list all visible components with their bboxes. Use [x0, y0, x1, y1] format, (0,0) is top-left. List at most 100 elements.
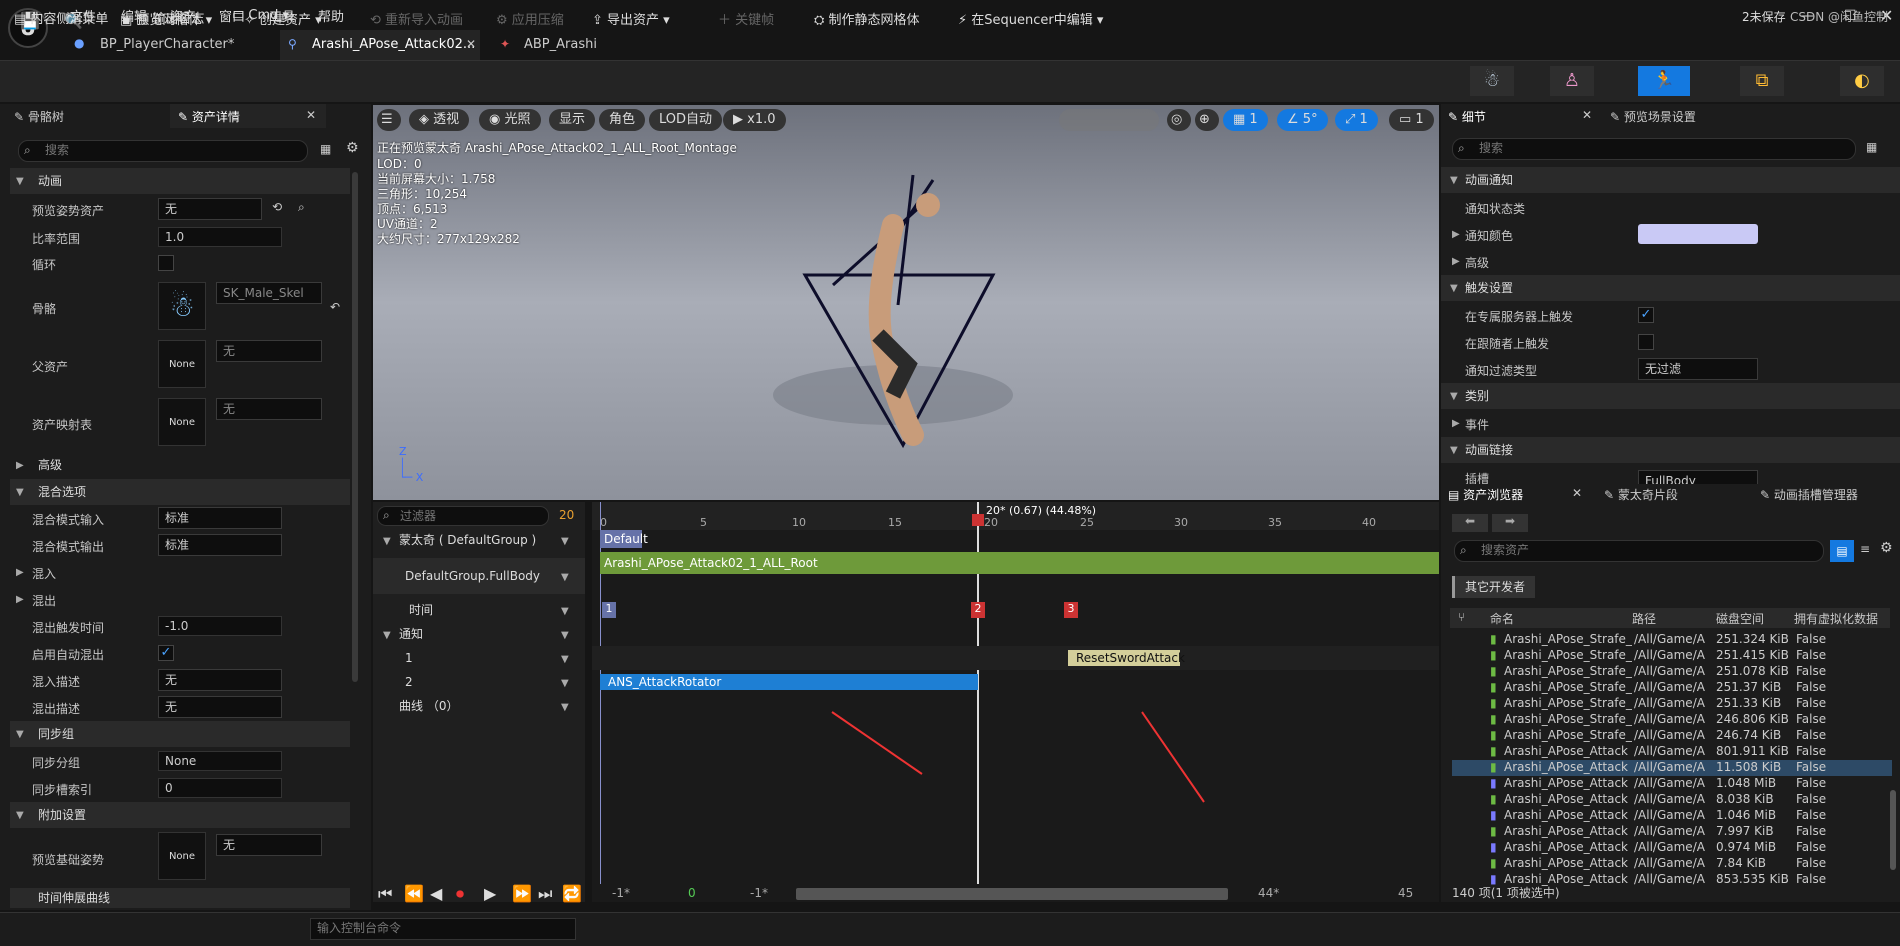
settings-gear-icon[interactable]: ⚙ — [346, 140, 359, 156]
tab-close-icon[interactable]: ✕ — [466, 37, 476, 51]
asset-mapping-thumbnail[interactable]: None — [158, 398, 206, 446]
record-icon[interactable]: ⏺ — [456, 884, 464, 904]
skeleton-dropdown[interactable]: SK_Male_Skel — [216, 282, 322, 304]
camera-speed-icon[interactable]: ▭ 1 — [1389, 109, 1434, 131]
asset-row[interactable]: ▮ Arashi_APose_Attack/All/Game/A 8.038 KiB… — [1452, 792, 1892, 808]
blend-out-mode-dropdown[interactable]: 标准 — [158, 534, 282, 556]
section-blend[interactable]: 混合选项 — [10, 479, 350, 505]
mesh-mode-icon[interactable]: ♙ — [1550, 66, 1594, 96]
section-advanced[interactable]: 高级 — [10, 452, 350, 478]
angle-snap-icon[interactable]: ∠ 5° — [1277, 109, 1328, 131]
blend-in-mode-dropdown[interactable]: 标准 — [158, 507, 282, 529]
playback-speed-button[interactable]: ▶ x1.0 — [723, 109, 786, 131]
asset-row[interactable]: ▮ Arashi_APose_Strafe_/All/Game/A 251.324 … — [1452, 632, 1892, 648]
jump-start-icon[interactable]: ⏮ — [378, 884, 392, 904]
other-developers-filter[interactable]: 其它开发者 — [1452, 576, 1536, 598]
col-name[interactable]: 命名 — [1490, 610, 1514, 627]
skeleton-thumbnail[interactable]: ☃ — [158, 282, 206, 330]
label-advanced[interactable]: 高级 — [1465, 254, 1489, 271]
asset-row[interactable]: ▮ Arashi_APose_Strafe_/All/Game/A 246.74 K… — [1452, 728, 1892, 744]
section-anim-notify[interactable]: 动画通知 — [1441, 167, 1900, 193]
range-start[interactable]: -1* — [612, 886, 630, 900]
close-tab-icon[interactable]: ✕ — [1572, 486, 1582, 500]
surface-snap-icon[interactable]: ◎ — [1167, 109, 1191, 131]
anim-slot-manager-tab[interactable]: ✎ 动画插槽管理器 — [1760, 486, 1858, 503]
skeleton-mode-icon[interactable]: ☃ — [1470, 66, 1514, 96]
folder-view-icon[interactable]: ▤ — [1830, 540, 1854, 562]
lit-button[interactable]: ◉ 光照 — [479, 109, 541, 131]
parent-asset-dropdown[interactable]: 无 — [216, 340, 322, 362]
animation-mode-icon[interactable]: 🏃 — [1638, 66, 1690, 96]
asset-row[interactable]: ▮ Arashi_APose_Attack/All/Game/A 801.911 K… — [1452, 744, 1892, 760]
reset-icon[interactable]: ⟲ — [272, 200, 282, 214]
loop-checkbox[interactable] — [158, 255, 174, 271]
base-pose-dropdown[interactable]: 无 — [216, 834, 322, 856]
col-virtualized[interactable]: 拥有虚拟化数据 — [1794, 610, 1878, 627]
timeline-scrollbar[interactable] — [796, 888, 1228, 900]
scale-snap-icon[interactable]: ⤢ 1 — [1335, 109, 1378, 131]
step-back-icon[interactable]: ⏪ — [404, 884, 424, 903]
play-icon[interactable]: ▶ — [484, 884, 496, 903]
asset-row[interactable]: ▮ Arashi_APose_Attack/All/Game/A 7.84 KiB F… — [1452, 856, 1892, 872]
console-input[interactable]: 输入控制台命令 — [310, 918, 576, 940]
asset-row[interactable]: ▮ Arashi_APose_Attack/All/Game/A 7.997 KiB… — [1452, 824, 1892, 840]
asset-row[interactable]: ▮ Arashi_APose_Strafe_/All/Game/A 246.806 … — [1452, 712, 1892, 728]
make-static-mesh-button[interactable]: ⛭ 制作静态网格体 — [808, 8, 926, 34]
back-icon[interactable]: ⬅ — [1452, 514, 1488, 532]
track-slot[interactable]: DefaultGroup.FullBody — [373, 558, 585, 594]
label-event[interactable]: 事件 — [1465, 416, 1489, 433]
asset-mapping-dropdown[interactable]: 无 — [216, 398, 322, 420]
lod-button[interactable]: LOD自动 — [649, 109, 723, 131]
tab-player-character[interactable]: BP_PlayerCharacter* — [90, 30, 244, 60]
auto-blend-out-checkbox[interactable]: ✓ — [158, 645, 174, 661]
keyframe-button[interactable]: ＋ 关键帧 — [712, 8, 780, 34]
export-asset-button[interactable]: ⇪ 导出资产 ▾ — [586, 8, 676, 34]
viewport[interactable]: ☰ ◈ 透视 ◉ 光照 显示 角色 LOD自动 ▶ x1.0 ◎ ⊕ ▦ 1 ∠… — [373, 105, 1439, 500]
preview-scene-tab[interactable]: ✎ 预览场景设置 — [1610, 108, 1696, 125]
details-tab[interactable]: ✎ 细节 — [1448, 108, 1486, 125]
sync-slot-input[interactable]: 0 — [158, 778, 282, 798]
apply-compression-button[interactable]: ⚙ 应用压缩 — [490, 8, 570, 34]
unsaved-count[interactable]: 2未保存 — [1742, 8, 1786, 25]
close-tab-icon[interactable]: ✕ — [306, 108, 316, 122]
skeleton-tree-tab[interactable]: ✎ 骨骼树 — [14, 108, 64, 125]
reset-arrow-icon[interactable]: ↶ — [330, 300, 340, 314]
loop-icon[interactable]: 🔁 — [562, 884, 582, 903]
track-time[interactable]: 时间 — [373, 598, 585, 622]
output-log-button[interactable]: ▥ 输出日志 — [136, 8, 204, 27]
asset-row[interactable]: ▮ Arashi_APose_Attack/All/Game/A 0.974 MiB… — [1452, 840, 1892, 856]
character-button[interactable]: 角色 — [599, 109, 646, 131]
asset-row[interactable]: ▮ Arashi_APose_Attack/All/Game/A 1.048 MiB… — [1452, 776, 1892, 792]
blend-in-profile-dropdown[interactable]: 无 — [158, 669, 282, 691]
sync-group-input[interactable]: None — [158, 751, 282, 771]
track-menu-icon[interactable]: ▼ — [561, 630, 569, 641]
track-menu-icon[interactable]: ▼ — [561, 606, 569, 617]
track-montage[interactable]: 蒙太奇 ( DefaultGroup ) — [373, 528, 585, 552]
col-disk-size[interactable]: 磁盘空间 — [1716, 610, 1764, 627]
jump-end-icon[interactable]: ⏭ — [538, 884, 552, 904]
track-menu-icon[interactable]: ▼ — [561, 572, 569, 583]
slot-dropdown[interactable]: FullBody — [1638, 470, 1758, 484]
range-current[interactable]: 0 — [688, 886, 696, 900]
track-menu-icon[interactable]: ▼ — [561, 536, 569, 547]
section-additive[interactable]: 附加设置 — [10, 802, 350, 828]
track-menu-icon[interactable]: ▼ — [561, 654, 569, 665]
base-pose-thumbnail[interactable]: None — [158, 832, 206, 880]
asset-row[interactable]: ▮ Arashi_APose_Strafe_/All/Game/A 251.415 … — [1452, 648, 1892, 664]
reimport-button[interactable]: ⟲ 重新导入动画 — [364, 8, 469, 34]
forward-icon[interactable]: ➡ — [1492, 514, 1528, 532]
world-icon[interactable]: ⊕ — [1195, 109, 1219, 131]
track-menu-icon[interactable]: ▼ — [561, 702, 569, 713]
tab-montage[interactable]: Arashi_APose_Attack02... — [280, 30, 480, 60]
section-category[interactable]: 类别 — [1441, 383, 1900, 409]
viewport-menu-icon[interactable]: ☰ — [377, 109, 401, 131]
section-trigger-settings[interactable]: 触发设置 — [1441, 275, 1900, 301]
table-view-icon[interactable]: ▦ — [1866, 140, 1877, 154]
section-animation[interactable]: 动画 — [10, 168, 350, 194]
notify-track-1[interactable]: 1 — [373, 646, 585, 670]
label-blend-out[interactable]: 混出 — [32, 592, 56, 609]
preview-pose-dropdown[interactable]: 无 — [158, 198, 262, 220]
blueprint-mode-icon[interactable]: ⧉ — [1740, 66, 1784, 96]
notify-color-swatch[interactable] — [1638, 224, 1758, 244]
asset-row[interactable]: ▮ Arashi_APose_Attack/All/Game/A 11.508 Ki… — [1452, 760, 1892, 776]
